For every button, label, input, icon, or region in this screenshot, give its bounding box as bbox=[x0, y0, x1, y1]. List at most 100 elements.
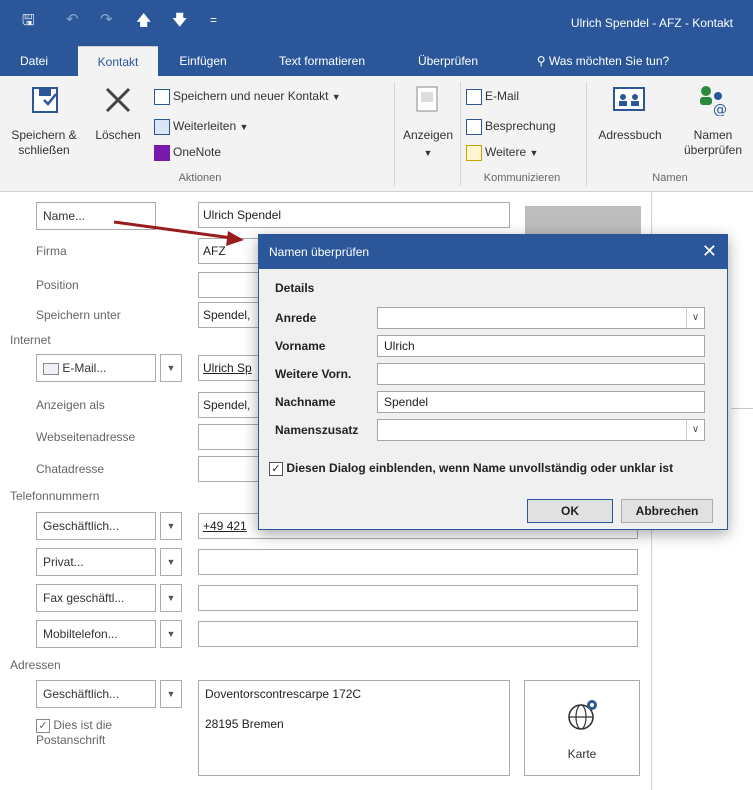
chevron-down-icon: ▼ bbox=[529, 148, 539, 158]
last-name-field[interactable]: Spendel bbox=[377, 391, 705, 413]
forward-icon bbox=[154, 118, 170, 135]
check-names-button[interactable]: @ Namen überprüfen bbox=[676, 80, 750, 168]
ribbon-tabs: Datei Kontakt Einfügen Text formatieren … bbox=[0, 46, 753, 76]
tab-review[interactable]: Überprüfen bbox=[402, 46, 494, 76]
phone-business-dropdown[interactable]: ▼ bbox=[160, 512, 182, 540]
address-book-label: Adressbuch bbox=[598, 128, 662, 142]
tab-contact[interactable]: Kontakt bbox=[78, 46, 158, 76]
phone-home-button[interactable]: Privat... bbox=[36, 548, 156, 576]
first-name-field[interactable]: Ulrich bbox=[377, 335, 705, 357]
address-type-button[interactable]: Geschäftlich... bbox=[36, 680, 156, 708]
show-dialog-checkbox-label: Diesen Dialog einblenden, wenn Name unvo… bbox=[286, 461, 674, 475]
company-label: Firma bbox=[36, 244, 67, 258]
address-section-label: Adressen bbox=[10, 658, 61, 672]
more-label: Weitere bbox=[485, 145, 527, 159]
group-communicate-label: Kommunizieren bbox=[483, 172, 561, 184]
save-new-button[interactable]: Speichern und neuer Kontakt ▼ bbox=[154, 86, 341, 106]
tell-me-label: Was möchten Sie tun? bbox=[548, 54, 670, 68]
show-button[interactable]: Anzeigen ▼ bbox=[398, 80, 458, 168]
check-names-icon: @ bbox=[700, 86, 727, 116]
im-address-label: Chatadresse bbox=[36, 462, 105, 476]
address-book-icon bbox=[613, 87, 645, 111]
salutation-combo[interactable]: ∨ bbox=[377, 307, 705, 329]
redo-icon[interactable]: ↷ bbox=[100, 10, 113, 28]
internet-section-label: Internet bbox=[10, 333, 51, 347]
phone-mobile-dropdown[interactable]: ▼ bbox=[160, 620, 182, 648]
onenote-button[interactable]: OneNote bbox=[154, 142, 221, 162]
mailing-address-checkbox[interactable]: ✓ Dies ist die Postanschrift bbox=[36, 718, 166, 748]
save-icon[interactable]: 🖫 bbox=[22, 10, 35, 35]
phone-home-field[interactable] bbox=[198, 549, 638, 575]
phone-fax-dropdown[interactable]: ▼ bbox=[160, 584, 182, 612]
delete-button[interactable]: Löschen bbox=[88, 80, 148, 168]
window-title: Ulrich Spendel - AFZ - Kontakt bbox=[570, 16, 733, 30]
phone-fax-button[interactable]: Fax geschäftl... bbox=[36, 584, 156, 612]
last-name-label: Nachname bbox=[275, 395, 336, 409]
up-arrow-icon[interactable]: 🡅 bbox=[136, 10, 151, 35]
onenote-label: OneNote bbox=[173, 145, 222, 159]
email-type-button[interactable]: E-Mail... bbox=[36, 354, 156, 382]
phone-fax-field[interactable] bbox=[198, 585, 638, 611]
tab-format-text[interactable]: Text formatieren bbox=[262, 46, 382, 76]
email-type-dropdown[interactable]: ▼ bbox=[160, 354, 182, 382]
show-page-icon bbox=[416, 86, 438, 112]
address-field[interactable]: Doventorscontrescarpe 172C 28195 Bremen bbox=[198, 680, 510, 776]
display-as-label: Anzeigen als bbox=[36, 398, 105, 412]
middle-name-label: Weitere Vorn. bbox=[275, 367, 352, 381]
tab-insert[interactable]: Einfügen bbox=[168, 46, 238, 76]
address-book-button[interactable]: Adressbuch bbox=[590, 80, 670, 168]
suffix-combo[interactable]: ∨ bbox=[377, 419, 705, 441]
cancel-button[interactable]: Abbrechen bbox=[621, 499, 713, 523]
address-type-dropdown[interactable]: ▼ bbox=[160, 680, 182, 708]
delete-label: Löschen bbox=[95, 128, 141, 142]
file-as-field[interactable]: Spendel, bbox=[198, 302, 260, 328]
save-new-icon bbox=[154, 88, 170, 105]
group-separator bbox=[460, 82, 461, 186]
annotation-arrow bbox=[113, 220, 244, 246]
position-field[interactable] bbox=[198, 272, 260, 298]
ribbon: Speichern & schließen Löschen Speichern … bbox=[0, 76, 753, 192]
forward-button[interactable]: Weiterleiten ▼ bbox=[154, 116, 248, 136]
undo-icon[interactable]: ↶ bbox=[66, 10, 79, 28]
close-icon[interactable]: ✕ bbox=[702, 241, 717, 261]
group-actions-label: Aktionen bbox=[178, 172, 222, 184]
email-button[interactable]: E-Mail bbox=[466, 86, 519, 106]
tell-me-box[interactable]: ⚲ Was möchten Sie tun? bbox=[508, 46, 698, 76]
title-bar: 🖫 ↶ ↷ 🡅 🡇 = Ulrich Spendel - AFZ - Konta… bbox=[0, 0, 753, 46]
map-button[interactable]: Karte bbox=[524, 680, 640, 776]
im-address-field[interactable] bbox=[198, 456, 260, 482]
meeting-button[interactable]: Besprechung bbox=[466, 116, 556, 136]
save-close-button[interactable]: Speichern & schließen bbox=[8, 80, 84, 168]
suffix-label: Namenszusatz bbox=[275, 423, 359, 437]
phone-business-button[interactable]: Geschäftlich... bbox=[36, 512, 156, 540]
map-label: Karte bbox=[567, 747, 597, 761]
tab-file[interactable]: Datei bbox=[12, 46, 56, 76]
chevron-down-icon[interactable]: ∨ bbox=[686, 308, 704, 328]
show-dialog-checkbox[interactable]: ✓ Diesen Dialog einblenden, wenn Name un… bbox=[269, 461, 673, 476]
webpage-field[interactable] bbox=[198, 424, 260, 450]
email-label: E-Mail bbox=[485, 89, 520, 103]
phone-section-label: Telefonnummern bbox=[10, 489, 100, 503]
phone-mobile-button[interactable]: Mobiltelefon... bbox=[36, 620, 156, 648]
forward-label: Weiterleiten bbox=[173, 119, 237, 133]
display-as-field[interactable]: Spendel, bbox=[198, 392, 260, 418]
middle-name-field[interactable] bbox=[377, 363, 705, 385]
dialog-title: Namen überprüfen bbox=[269, 245, 370, 259]
email-field[interactable]: Ulrich Sp bbox=[198, 355, 260, 381]
address-line-street: Doventorscontrescarpe 172C bbox=[205, 687, 362, 701]
ok-button[interactable]: OK bbox=[527, 499, 613, 523]
save-close-label: Speichern & schließen bbox=[11, 128, 77, 157]
email-card-icon bbox=[43, 362, 59, 375]
more-button[interactable]: Weitere ▼ bbox=[466, 142, 538, 162]
phone-home-dropdown[interactable]: ▼ bbox=[160, 548, 182, 576]
checkbox-checked-icon: ✓ bbox=[36, 718, 50, 733]
address-line-city: 28195 Bremen bbox=[205, 717, 284, 731]
chevron-down-icon: ▼ bbox=[331, 92, 341, 102]
dialog-title-bar[interactable]: Namen überprüfen ✕ bbox=[259, 235, 727, 269]
phone-mobile-field[interactable] bbox=[198, 621, 638, 647]
chevron-down-icon[interactable]: ∨ bbox=[686, 420, 704, 440]
delete-x-icon bbox=[105, 87, 131, 113]
down-arrow-icon[interactable]: 🡇 bbox=[172, 10, 187, 35]
customize-toolbar-icon[interactable]: = bbox=[210, 13, 217, 27]
meeting-icon bbox=[466, 118, 482, 135]
